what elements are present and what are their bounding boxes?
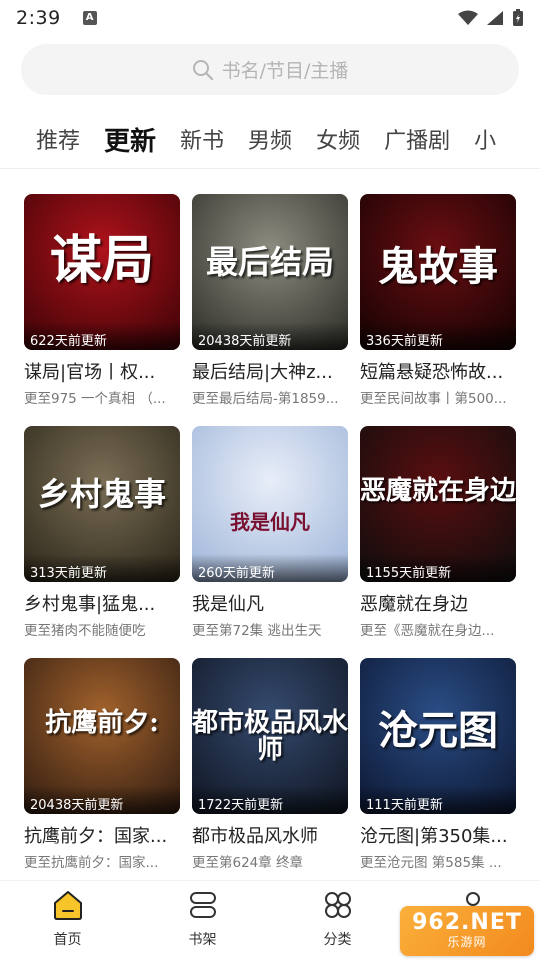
book-title[interactable]: 抗鹰前夕：国家... [24,822,180,848]
search-placeholder: 书名/节目/主播 [221,60,349,82]
update-badge: 313天前更新 [24,554,180,582]
book-card[interactable]: 谋局 622天前更新 谋局|官场丨权... 更至975 一个真相 （... [24,194,180,407]
book-title[interactable]: 我是仙凡 [192,590,348,616]
update-badge: 1155天前更新 [360,554,516,582]
book-title[interactable]: 恶魔就在身边 [360,590,516,616]
update-badge: 111天前更新 [360,786,516,814]
cover-title-text: 恶魔就在身边 [360,476,516,506]
update-badge: 260天前更新 [192,554,348,582]
status-bar: 2:39 A [0,0,540,36]
book-latest-episode: 更至《恶魔就在身边... [360,623,495,639]
nav-label: 书架 [188,932,217,948]
nav-item-2[interactable]: 分类 [270,881,405,960]
book-card[interactable]: 鬼故事 336天前更新 短篇悬疑恐怖故... 更至民间故事丨第500... [360,194,516,407]
divider [0,168,540,169]
category-tabs: 推荐 更新 新书 男频 女频 广播剧小 [0,116,540,162]
bookshelf-icon [187,889,219,925]
book-title[interactable]: 短篇悬疑恐怖故... [360,358,516,384]
book-latest-episode: 更至民间故事丨第500... [360,391,507,407]
book-cover[interactable]: 谋局 622天前更新 [24,194,180,350]
book-latest-episode: 更至最后结局-第1859... [192,391,339,407]
book-latest-episode: 更至猪肉不能随便吃 [24,623,146,639]
book-title[interactable]: 沧元图|第350集... [360,822,516,848]
update-badge: 20438天前更新 [24,786,180,814]
book-card[interactable]: 沧元图 111天前更新 沧元图|第350集... 更至沧元图 第585集 ... [360,658,516,871]
cover-title-text: 抗鹰前夕: [45,708,159,738]
cover-title-text: 最后结局 [205,243,334,281]
book-cover[interactable]: 乡村鬼事 313天前更新 [24,426,180,582]
update-badge: 336天前更新 [360,322,516,350]
cover-title-text: 我是仙凡 [230,510,310,534]
tab-6[interactable]: 小 [474,123,496,155]
cover-title-text: 鬼故事 [378,243,498,290]
book-latest-episode: 更至第72集 逃出生天 [192,623,322,639]
cover-title-text: 谋局 [49,230,154,291]
cover-title-text: 乡村鬼事 [37,475,166,513]
tab-2[interactable]: 新书 [180,123,224,155]
book-card[interactable]: 恶魔就在身边 1155天前更新 恶魔就在身边更至《恶魔就在身边... [360,426,516,639]
book-cover[interactable]: 恶魔就在身边 1155天前更新 [360,426,516,582]
tab-3[interactable]: 男频 [248,123,292,155]
tab-0[interactable]: 推荐 [36,123,80,155]
book-card[interactable]: 乡村鬼事 313天前更新 乡村鬼事|猛鬼... 更至猪肉不能随便吃 [24,426,180,639]
book-latest-episode: 更至975 一个真相 （... [24,391,166,407]
book-title[interactable]: 乡村鬼事|猛鬼... [24,590,180,616]
book-title[interactable]: 都市极品风水师 [192,822,348,848]
book-cover[interactable]: 沧元图 111天前更新 [360,658,516,814]
nav-label: 分类 [323,932,352,948]
search-icon [192,59,213,80]
book-cover[interactable]: 都市极品风水师 1722天前更新 [192,658,348,814]
book-latest-episode: 更至抗鹰前夕：国家... [24,855,159,871]
watermark-subtitle: 乐游网 [447,935,487,950]
status-indicators [458,9,524,27]
cover-title-text: 都市极品风水师 [192,708,348,766]
book-title[interactable]: 最后结局|大神z... [192,358,348,384]
home-icon [52,889,84,925]
tab-1[interactable]: 更新 [104,121,156,158]
book-card[interactable]: 都市极品风水师 1722天前更新 都市极品风水师 更至第624章 终章 [192,658,348,871]
app-notification-icon: A [82,11,97,25]
nav-label: 首页 [53,932,82,948]
wifi-icon [458,10,478,25]
site-watermark-logo: 962.NET 乐游网 [400,906,534,956]
signal-icon [487,11,503,25]
book-latest-episode: 更至第624章 终章 [192,855,304,871]
book-card[interactable]: 最后结局 20438天前更新 最后结局|大神z... 更至最后结局-第1859... [192,194,348,407]
book-card[interactable]: 我是仙凡 260天前更新 我是仙凡 更至第72集 逃出生天 [192,426,348,639]
tab-5[interactable]: 广播剧 [384,123,450,155]
book-cover[interactable]: 最后结局 20438天前更新 [192,194,348,350]
status-time: 2:39 [16,7,61,29]
category-icon [322,889,354,925]
nav-item-0[interactable]: 首页 [0,881,135,960]
update-badge: 20438天前更新 [192,322,348,350]
search-bar[interactable]: 书名/节目/主播 [21,44,519,95]
update-badge: 622天前更新 [24,322,180,350]
battery-icon [513,9,523,26]
book-latest-episode: 更至沧元图 第585集 ... [360,855,502,871]
watermark-brand: 962.NET [412,910,522,936]
update-badge: 1722天前更新 [192,786,348,814]
tab-4[interactable]: 女频 [316,123,360,155]
book-cover[interactable]: 鬼故事 336天前更新 [360,194,516,350]
book-title[interactable]: 谋局|官场丨权... [24,358,180,384]
book-cover[interactable]: 抗鹰前夕: 20438天前更新 [24,658,180,814]
book-card[interactable]: 抗鹰前夕: 20438天前更新 抗鹰前夕：国家... 更至抗鹰前夕：国家... [24,658,180,871]
cover-title-text: 沧元图 [378,707,498,754]
book-cover[interactable]: 我是仙凡 260天前更新 [192,426,348,582]
nav-item-1[interactable]: 书架 [135,881,270,960]
